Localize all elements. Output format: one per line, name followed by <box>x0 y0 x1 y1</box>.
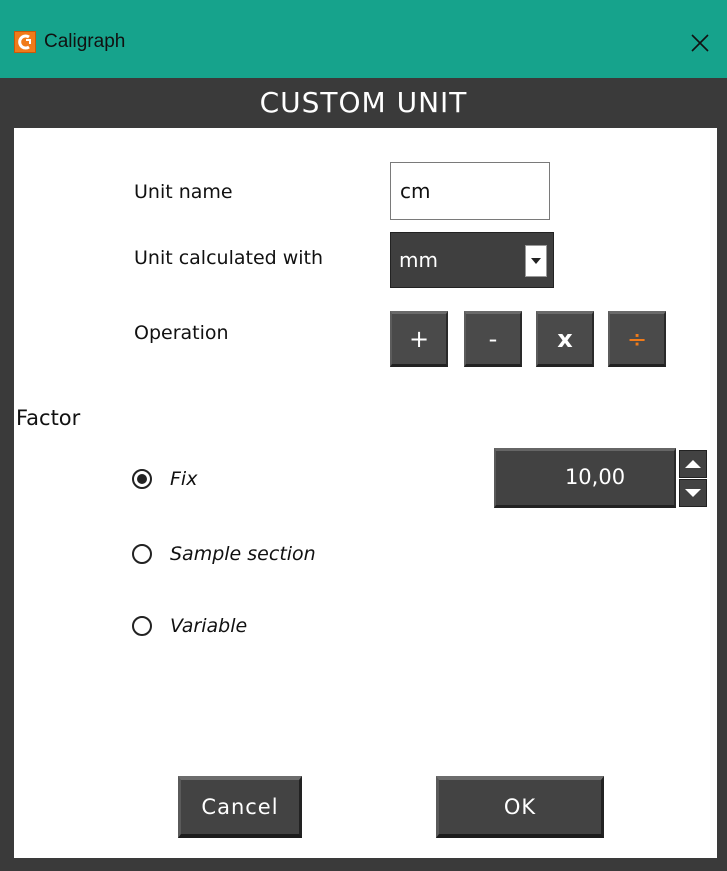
calculated-with-value: mm <box>399 248 438 272</box>
factor-label: Factor <box>16 406 81 430</box>
radio-button[interactable] <box>132 544 152 564</box>
title-bar[interactable]: Caligraph <box>0 0 727 78</box>
radio-button-checked[interactable] <box>132 469 152 489</box>
factor-option-label: Variable <box>170 615 248 637</box>
radio-button[interactable] <box>132 616 152 636</box>
calculated-with-label: Unit calculated with <box>134 247 324 269</box>
dialog-title: CUSTOM UNIT <box>259 86 468 119</box>
ok-button[interactable]: OK <box>436 776 604 838</box>
factor-option-label: Sample section <box>170 543 316 565</box>
window-title: Caligraph <box>44 31 126 52</box>
unit-name-input[interactable] <box>390 162 550 220</box>
close-icon <box>691 34 709 52</box>
operation-subtract-button[interactable]: - <box>464 311 522 367</box>
triangle-up-icon <box>685 460 701 468</box>
operation-add-button[interactable]: + <box>390 311 448 367</box>
unit-name-label: Unit name <box>134 181 233 203</box>
dialog-window: Caligraph CUSTOM UNIT Unit name Unit cal… <box>0 0 727 871</box>
cancel-button[interactable]: Cancel <box>178 776 302 838</box>
decrement-button[interactable] <box>679 479 707 507</box>
operation-divide-button[interactable]: ÷ <box>608 311 666 367</box>
dialog-content: Unit name Unit calculated with mm Operat… <box>14 128 717 858</box>
increment-button[interactable] <box>679 450 707 478</box>
factor-option-label: Fix <box>170 468 198 490</box>
factor-value-field[interactable]: 10,00 <box>494 448 676 508</box>
close-button[interactable] <box>678 28 722 58</box>
triangle-down-icon <box>685 489 701 497</box>
calculated-with-select[interactable]: mm <box>390 232 554 288</box>
dropdown-button[interactable] <box>525 245 547 277</box>
dialog-header: CUSTOM UNIT <box>0 78 727 128</box>
chevron-down-icon <box>531 258 541 264</box>
caligraph-logo-icon <box>14 31 36 53</box>
operation-label: Operation <box>134 322 229 344</box>
operation-multiply-button[interactable]: x <box>536 311 594 367</box>
